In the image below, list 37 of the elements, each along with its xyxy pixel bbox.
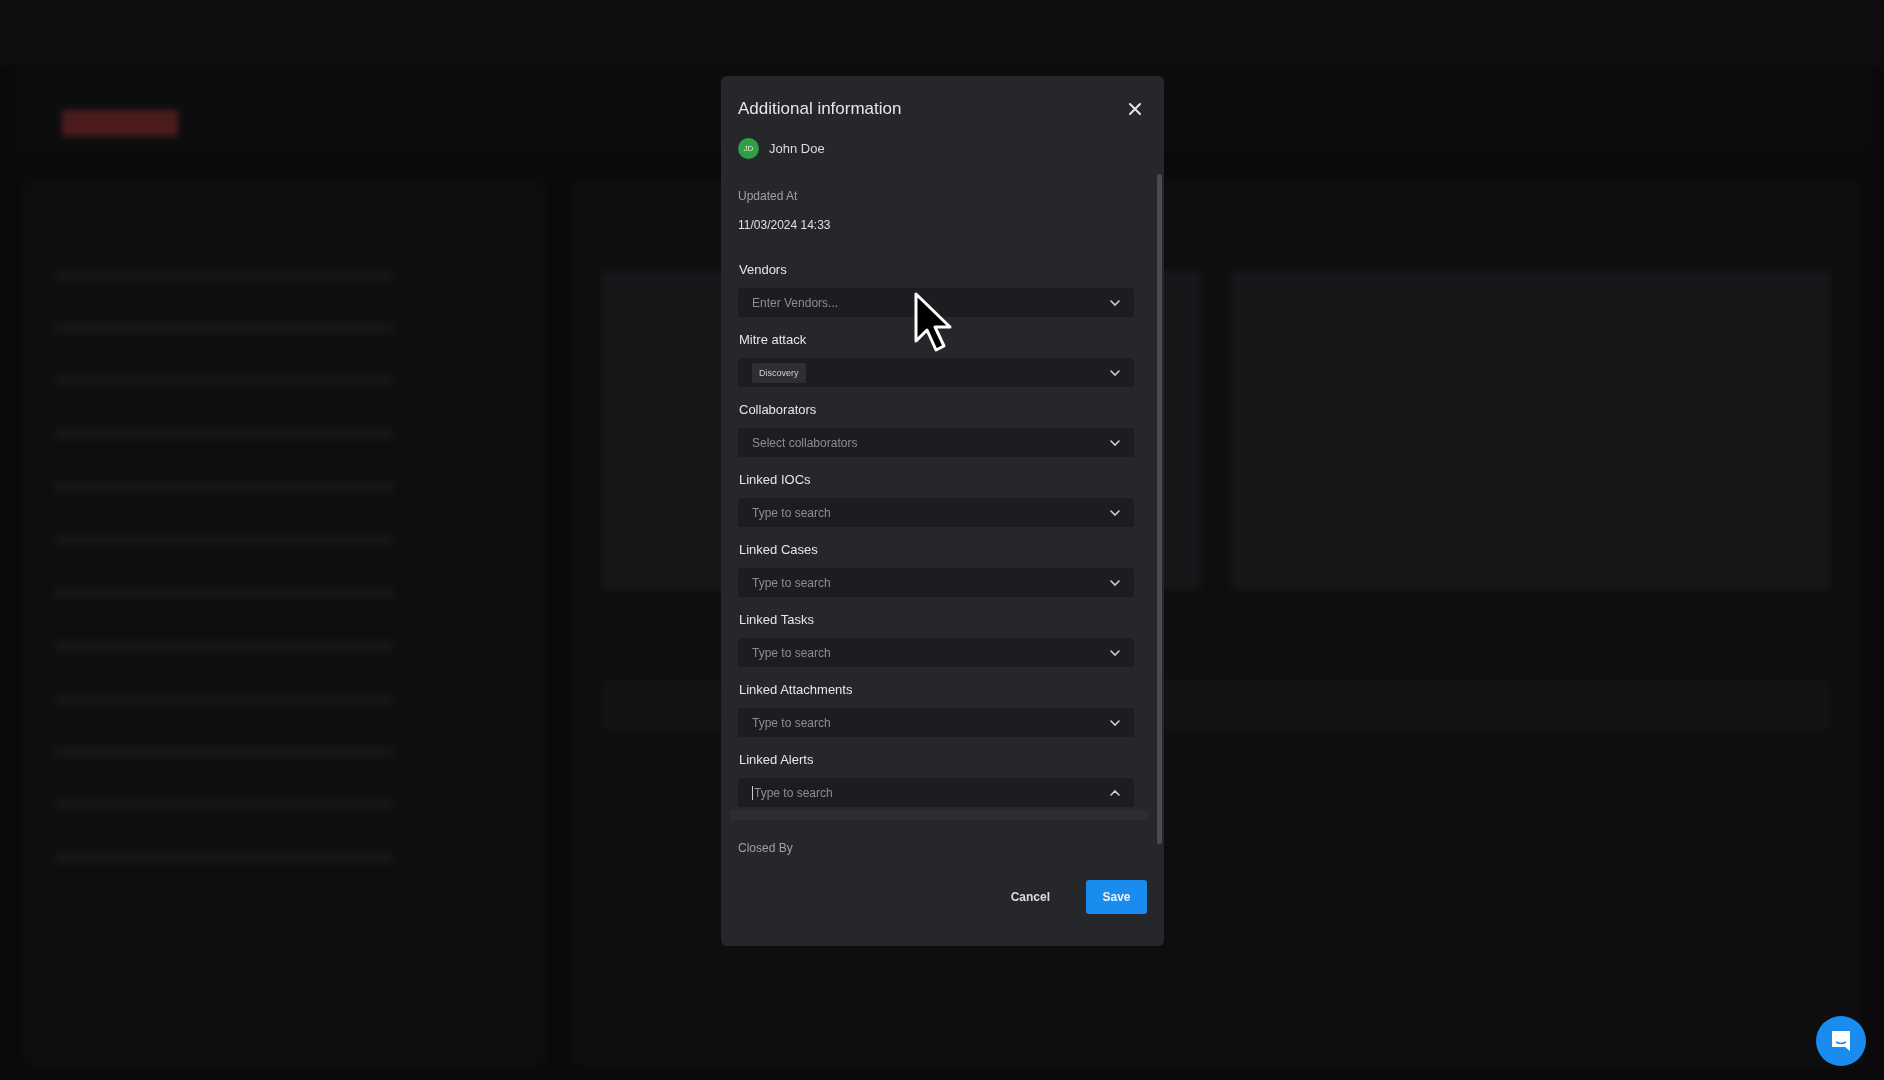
select-field[interactable]: Type to search: [738, 778, 1134, 807]
user-name: John Doe: [769, 141, 825, 156]
field-label: Linked IOCs: [739, 472, 812, 487]
tag-chip[interactable]: Discovery: [752, 362, 806, 383]
select-field[interactable]: Type to search: [738, 568, 1134, 597]
chevron-down-icon: [1110, 369, 1120, 376]
select-field[interactable]: Type to search: [738, 708, 1134, 737]
select-field[interactable]: Type to search: [738, 638, 1134, 667]
chevron-down-icon: [1110, 649, 1120, 656]
select-field[interactable]: Type to search: [738, 498, 1134, 527]
field-label: Linked Alerts: [739, 752, 815, 767]
field-label: Linked Attachments: [739, 682, 854, 697]
updated-at-value: 11/03/2024 14:33: [738, 218, 832, 232]
chevron-down-icon: [1110, 299, 1120, 306]
close-icon[interactable]: [1128, 102, 1142, 116]
select-field[interactable]: Select collaborators: [738, 428, 1134, 457]
chevron-down-icon: [1110, 719, 1120, 726]
field-label: Linked Cases: [739, 542, 819, 557]
dialog-title: Additional information: [738, 99, 902, 119]
chevron-down-icon: [1110, 509, 1120, 516]
select-field[interactable]: Discovery: [738, 358, 1134, 387]
chevron-up-icon: [1110, 789, 1120, 796]
cursor-icon: [913, 291, 953, 353]
save-button[interactable]: Save: [1086, 880, 1147, 914]
user-avatar: JD: [738, 138, 759, 159]
field-label: Mitre attack: [739, 332, 808, 347]
field-label: Closed By: [738, 841, 794, 855]
chevron-down-icon: [1110, 579, 1120, 586]
field-label: Updated At: [738, 189, 799, 203]
cancel-button[interactable]: Cancel: [994, 880, 1066, 914]
scrollbar[interactable]: [1157, 174, 1162, 844]
chat-icon: [1830, 1029, 1852, 1053]
field-label: Collaborators: [739, 402, 818, 417]
chevron-down-icon: [1110, 439, 1120, 446]
field-label: Vendors: [739, 262, 788, 277]
select-field[interactable]: Enter Vendors...: [738, 288, 1134, 317]
field-label: Linked Tasks: [739, 612, 815, 627]
